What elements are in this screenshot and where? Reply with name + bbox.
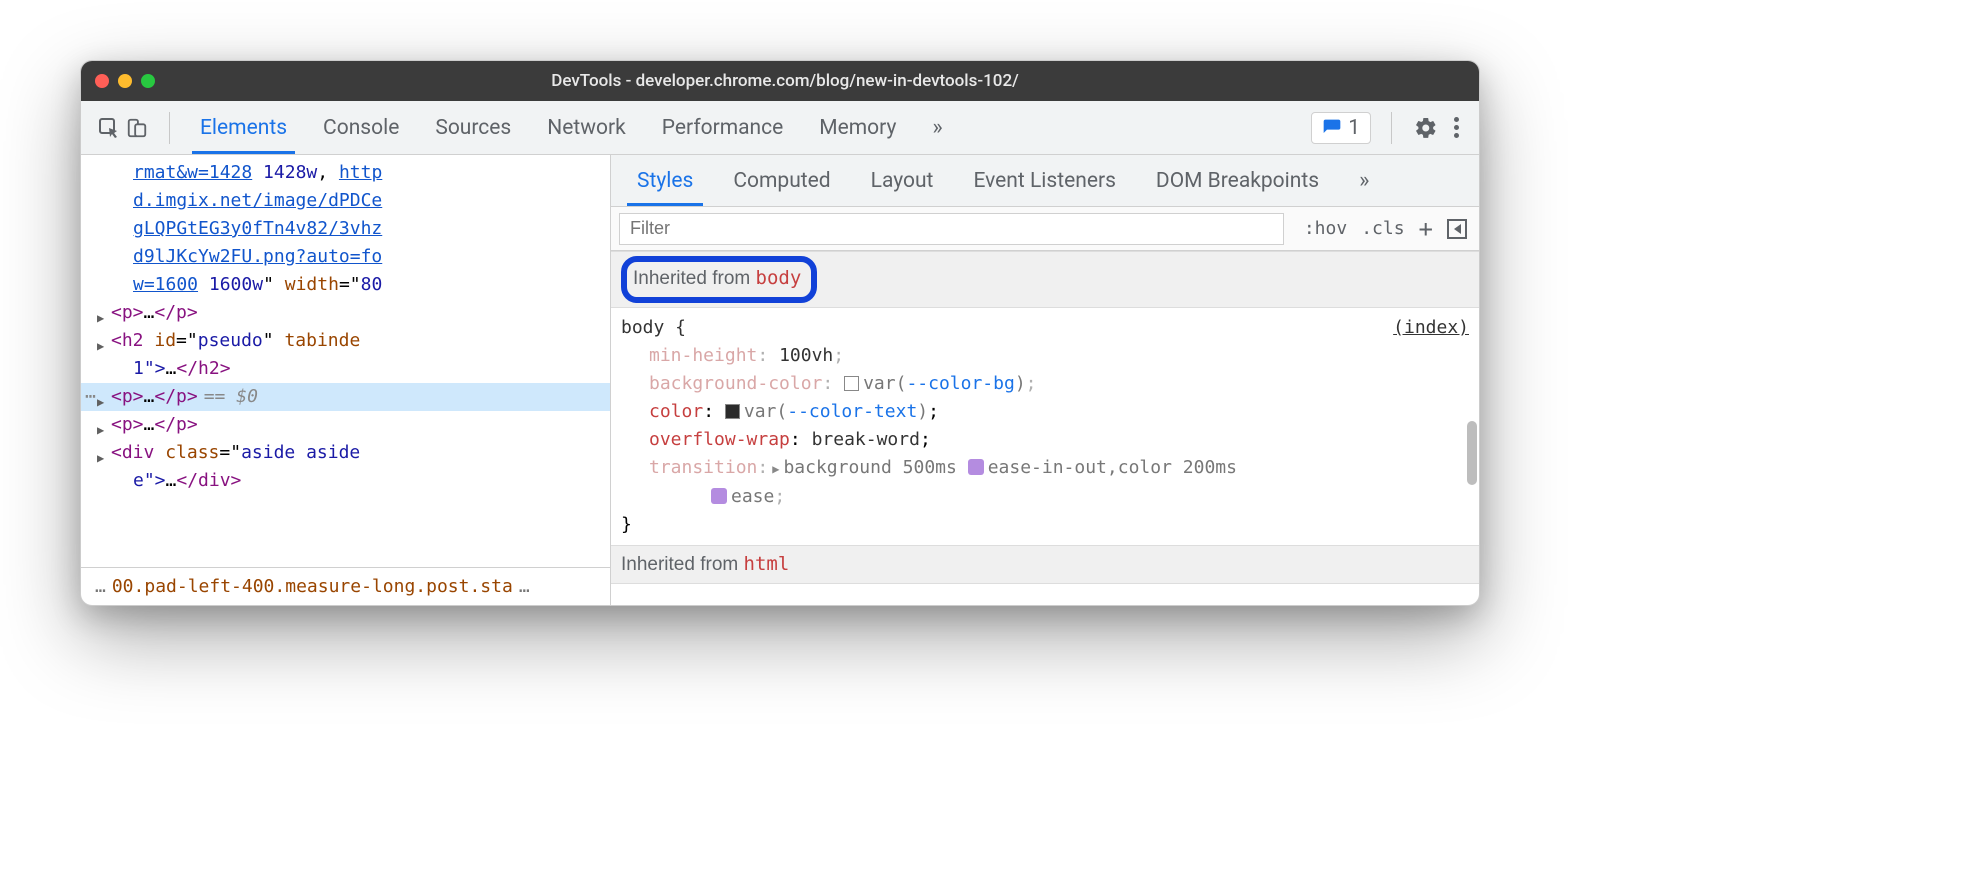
separator xyxy=(1391,112,1392,144)
css-prop-transition-cont[interactable]: ease; xyxy=(621,483,1469,511)
main-content: rmat&w=1428 1428w, http d.imgix.net/imag… xyxy=(81,155,1479,605)
more-tabs-button[interactable]: » xyxy=(914,101,954,154)
tab-sources[interactable]: Sources xyxy=(417,101,529,154)
styles-body: Inherited from body (index) body { min-h… xyxy=(611,251,1479,605)
css-prop-transition[interactable]: transition:▶background 500ms ease-in-out… xyxy=(621,454,1469,483)
new-style-rule-icon[interactable]: + xyxy=(1419,215,1433,243)
css-prop-overflow-wrap[interactable]: overflow-wrap: break-word; xyxy=(621,426,1469,454)
breadcrumb-more[interactable]: … xyxy=(513,573,536,601)
css-prop-color[interactable]: color: var(--color-text); xyxy=(621,398,1469,426)
breadcrumb-more[interactable]: … xyxy=(89,573,112,601)
color-swatch-icon[interactable] xyxy=(725,404,740,419)
devtools-window: DevTools - developer.chrome.com/blog/new… xyxy=(80,60,1480,606)
tab-layout[interactable]: Layout xyxy=(853,155,952,206)
css-prop-min-height[interactable]: min-height: 100vh; xyxy=(621,342,1469,370)
color-swatch-icon[interactable] xyxy=(844,376,859,391)
tab-dom-breakpoints[interactable]: DOM Breakpoints xyxy=(1138,155,1337,206)
separator xyxy=(169,112,170,144)
toggle-rendering-icon[interactable] xyxy=(1447,219,1467,239)
css-prop-background-color[interactable]: background-color: var(--color-bg); xyxy=(621,370,1469,398)
styles-tabs: Styles Computed Layout Event Listeners D… xyxy=(611,155,1479,207)
css-rule-body[interactable]: (index) body { min-height: 100vh; backgr… xyxy=(611,308,1479,545)
breadcrumb[interactable]: … 00.pad-left-400.measure-long.post.sta … xyxy=(81,567,610,605)
styles-panel: Styles Computed Layout Event Listeners D… xyxy=(611,155,1479,605)
issues-count: 1 xyxy=(1348,116,1360,140)
inspect-element-icon[interactable] xyxy=(95,114,123,142)
titlebar: DevTools - developer.chrome.com/blog/new… xyxy=(81,61,1479,101)
dom-text-line[interactable]: gLQPGtEG3y0fTn4v82/3vhz xyxy=(81,215,610,243)
rule-selector[interactable]: body { xyxy=(621,314,1469,342)
rule-close: } xyxy=(621,511,1469,539)
window-title: DevTools - developer.chrome.com/blog/new… xyxy=(155,71,1415,91)
tab-performance[interactable]: Performance xyxy=(644,101,801,154)
styles-filter-input[interactable] xyxy=(619,213,1284,245)
dom-text-line[interactable]: d9lJKcYw2FU.png?auto=fo xyxy=(81,243,610,271)
hover-toggle[interactable]: :hov xyxy=(1304,218,1347,239)
rule-source-link[interactable]: (index) xyxy=(1393,314,1469,342)
expand-icon[interactable]: ▶ xyxy=(768,462,783,476)
dom-node-p[interactable]: ▶<p>…</p> xyxy=(81,411,610,439)
tab-styles[interactable]: Styles xyxy=(619,155,711,206)
dom-text-line[interactable]: w=1600 1600w" width="80 xyxy=(81,271,610,299)
elements-panel: rmat&w=1428 1428w, http d.imgix.net/imag… xyxy=(81,155,611,605)
tab-event-listeners[interactable]: Event Listeners xyxy=(955,155,1133,206)
dom-node-selected[interactable]: ⋯▶<p>…</p>== $0 xyxy=(81,383,610,411)
cls-toggle[interactable]: .cls xyxy=(1361,218,1404,239)
window-controls xyxy=(95,74,155,88)
dom-node-div[interactable]: ▶<div class="aside aside xyxy=(81,439,610,467)
tab-memory[interactable]: Memory xyxy=(801,101,914,154)
highlighted-section: Inherited from body xyxy=(621,256,817,303)
minimize-window-button[interactable] xyxy=(118,74,132,88)
dom-text-line[interactable]: rmat&w=1428 1428w, http xyxy=(81,159,610,187)
dom-node-div-cont[interactable]: e">…</div> xyxy=(81,467,610,495)
styles-filter-bar: :hov .cls + xyxy=(611,207,1479,251)
main-tabs: Elements Console Sources Network Perform… xyxy=(182,101,955,154)
issues-badge[interactable]: 1 xyxy=(1311,112,1371,144)
dom-text-line[interactable]: d.imgix.net/image/dPDCe xyxy=(81,187,610,215)
tab-network[interactable]: Network xyxy=(529,101,644,154)
tab-computed[interactable]: Computed xyxy=(715,155,848,206)
dom-node-p[interactable]: ▶<p>…</p> xyxy=(81,299,610,327)
dom-node-h2-cont[interactable]: 1">…</h2> xyxy=(81,355,610,383)
close-window-button[interactable] xyxy=(95,74,109,88)
inherited-from-html-header[interactable]: Inherited from html xyxy=(611,545,1479,584)
easing-icon[interactable] xyxy=(968,459,984,475)
more-styles-tabs[interactable]: » xyxy=(1341,155,1381,206)
easing-icon[interactable] xyxy=(711,488,727,504)
main-toolbar: Elements Console Sources Network Perform… xyxy=(81,101,1479,155)
breadcrumb-path[interactable]: 00.pad-left-400.measure-long.post.sta xyxy=(112,573,513,601)
inherited-from-body-header[interactable]: Inherited from body xyxy=(611,251,1479,308)
dom-tree[interactable]: rmat&w=1428 1428w, http d.imgix.net/imag… xyxy=(81,155,610,567)
maximize-window-button[interactable] xyxy=(141,74,155,88)
tab-elements[interactable]: Elements xyxy=(182,101,305,154)
dom-node-h2[interactable]: ▶<h2 id="pseudo" tabinde xyxy=(81,327,610,355)
more-options-icon[interactable] xyxy=(1448,117,1465,138)
device-toolbar-icon[interactable] xyxy=(123,114,151,142)
tab-console[interactable]: Console xyxy=(305,101,417,154)
settings-icon[interactable] xyxy=(1412,114,1440,142)
